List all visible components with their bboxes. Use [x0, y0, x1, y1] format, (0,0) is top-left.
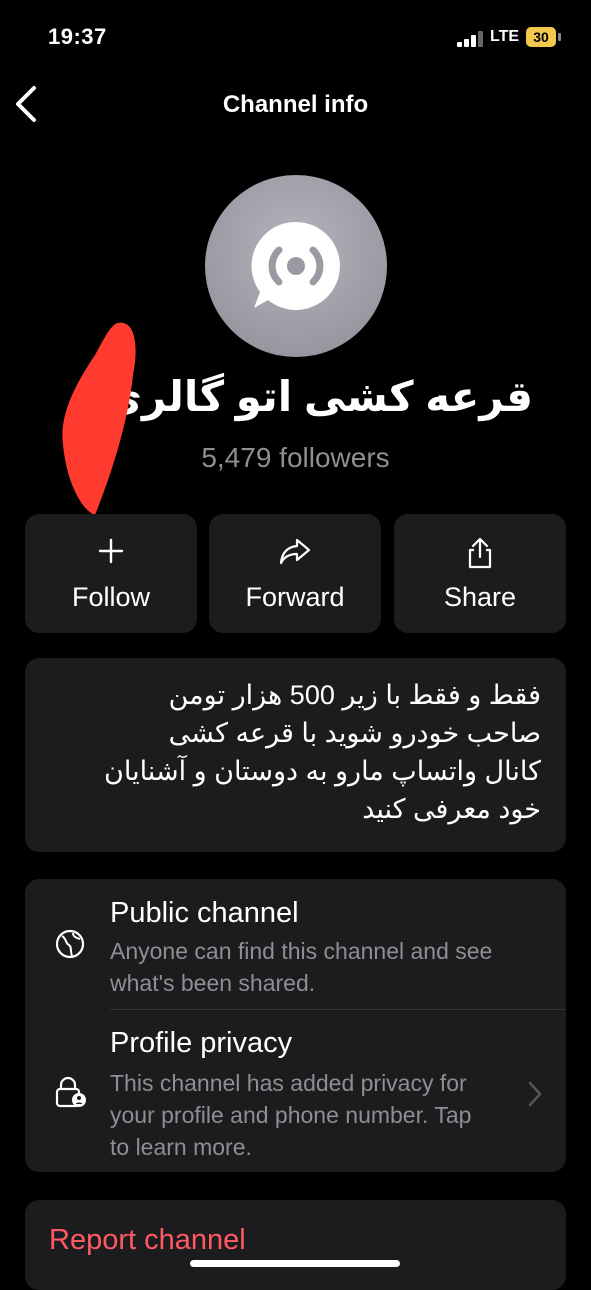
home-indicator[interactable] [190, 1260, 400, 1267]
page-title: Channel info [222, 91, 369, 118]
network-type: LTE [490, 28, 520, 45]
share-label: Share [443, 582, 517, 612]
chevron-right-icon[interactable] [526, 1079, 544, 1109]
report-channel-label: Report channel [49, 1224, 246, 1256]
public-channel-title: Public channel [110, 897, 299, 929]
follow-label: Follow [71, 582, 151, 612]
divider [110, 1009, 566, 1010]
profile-privacy-subtitle[interactable]: This channel has added privacy for your … [110, 1067, 471, 1163]
status-bar: 19:37 LTE 30 [0, 0, 591, 70]
signal-icon [457, 31, 485, 47]
report-channel-button[interactable]: Report channel [25, 1200, 566, 1290]
channel-icon [251, 221, 340, 310]
lock-person-icon [53, 1075, 87, 1109]
plus-icon [25, 536, 197, 570]
profile-privacy-title[interactable]: Profile privacy [110, 1027, 292, 1060]
status-time: 19:37 [48, 24, 107, 49]
action-buttons: Follow Forward Share [25, 514, 566, 633]
description-text: فقط و فقط با زیر 500 هزار تومن صاحب خودر… [104, 680, 541, 824]
nav-bar: Channel info [0, 76, 591, 136]
redaction-scribble [62, 322, 136, 515]
forward-label: Forward [245, 582, 345, 612]
forward-arrow-icon [209, 536, 381, 570]
public-channel-subtitle: Anyone can find this channel and see wha… [110, 938, 493, 996]
channel-info-card: Public channel Anyone can find this chan… [25, 879, 566, 1172]
follow-button[interactable]: Follow [25, 514, 197, 633]
globe-icon [53, 927, 87, 961]
share-button[interactable]: Share [394, 514, 566, 633]
forward-button[interactable]: Forward [209, 514, 381, 633]
battery-icon: 30 [526, 27, 556, 47]
channel-description: فقط و فقط با زیر 500 هزار تومن صاحب خودر… [25, 658, 566, 852]
share-icon [394, 536, 566, 570]
channel-avatar[interactable] [205, 175, 387, 357]
battery-cap [558, 33, 561, 41]
